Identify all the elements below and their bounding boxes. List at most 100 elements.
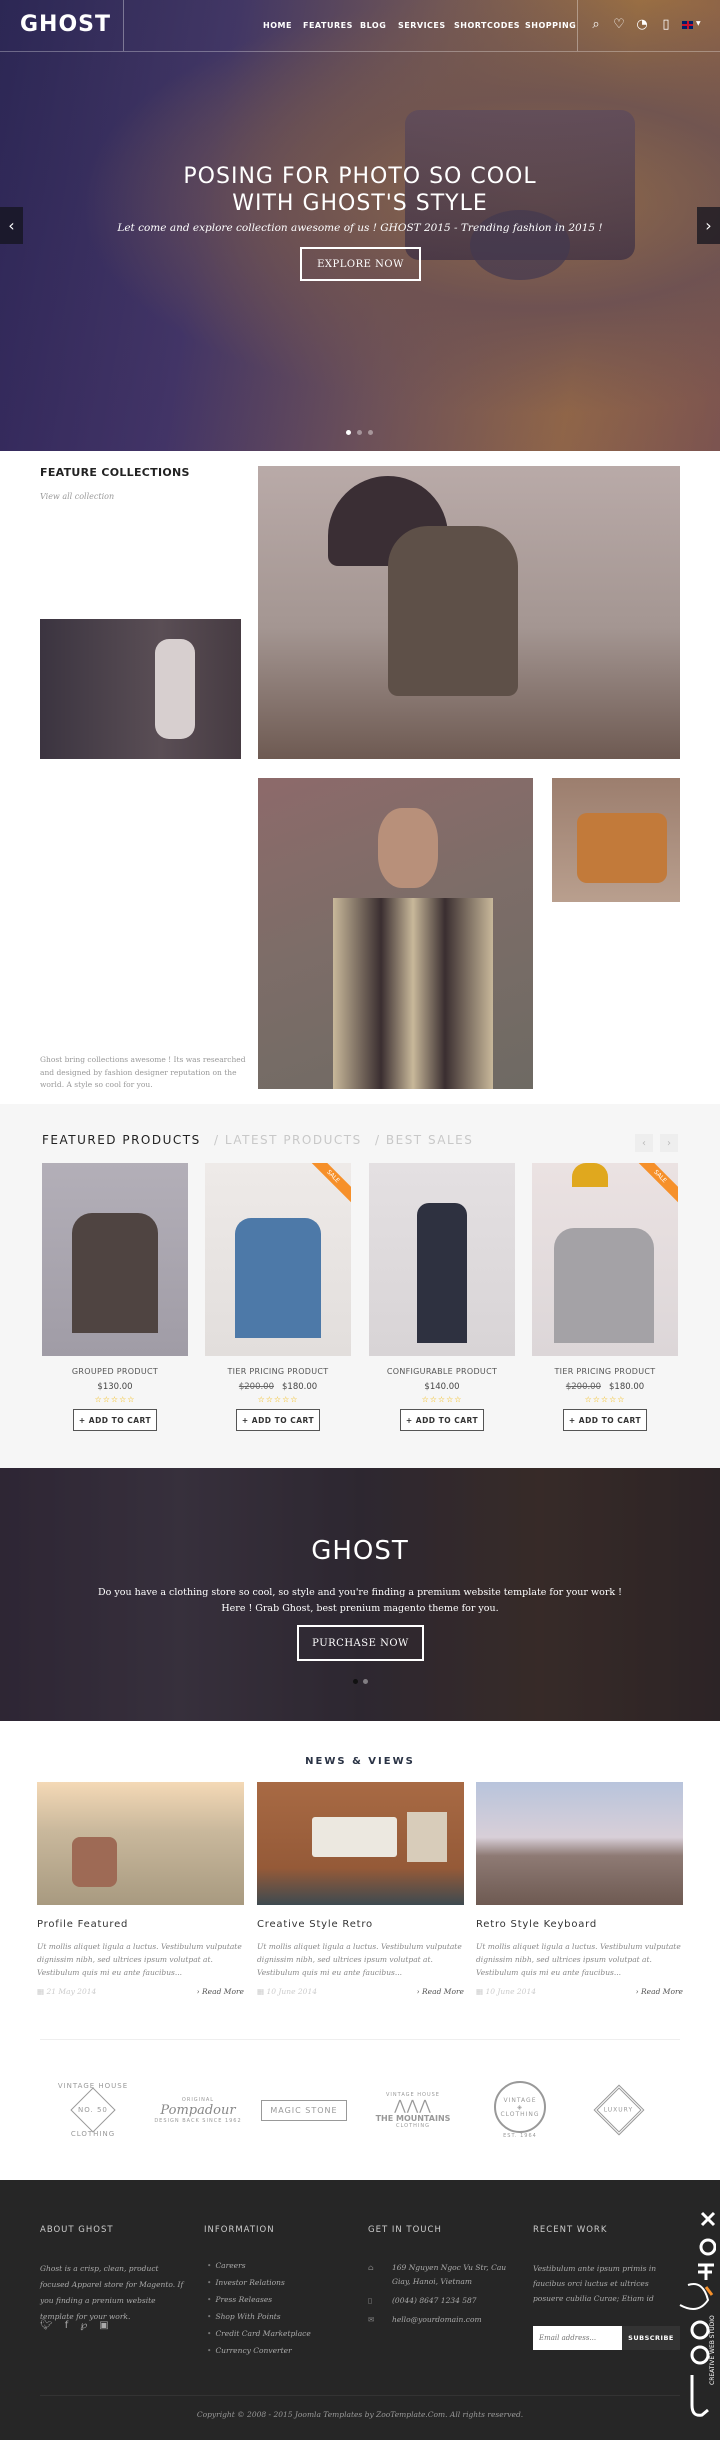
- news-card: Creative Style Retro Ut mollis aliquet l…: [257, 1782, 464, 1996]
- footer-link[interactable]: Credit Card Marketplace: [207, 2329, 310, 2346]
- nav-features[interactable]: FEATURES: [303, 21, 353, 30]
- search-icon[interactable]: ⌕: [588, 17, 604, 32]
- cart-icon[interactable]: ▯: [658, 17, 674, 32]
- product-name[interactable]: GROUPED PRODUCT: [42, 1367, 188, 1376]
- product-name[interactable]: TIER PRICING PRODUCT: [205, 1367, 351, 1376]
- svg-text:CREATIVE WEB STUDIO: CREATIVE WEB STUDIO: [709, 2315, 716, 2385]
- explore-now-button[interactable]: EXPLORE NOW: [300, 247, 421, 281]
- news-excerpt: Ut mollis aliquet ligula a luctus. Vesti…: [476, 1942, 681, 1977]
- slider-dot[interactable]: [357, 430, 362, 435]
- tab-latest-products[interactable]: / LATEST PRODUCTS: [214, 1133, 362, 1147]
- compare-icon[interactable]: ◔: [634, 17, 650, 32]
- facebook-icon[interactable]: f: [65, 2320, 69, 2331]
- news-image[interactable]: [37, 1782, 244, 1905]
- pinterest-icon[interactable]: ℘: [80, 2320, 87, 2331]
- slider-prev-button[interactable]: ‹: [0, 207, 23, 244]
- brand-logo-magic-stone[interactable]: MAGIC STONE: [259, 2080, 349, 2140]
- news-card: Profile Featured Ut mollis aliquet ligul…: [37, 1782, 244, 1996]
- footer-link[interactable]: Shop With Points: [207, 2312, 311, 2329]
- add-to-cart-button[interactable]: + ADD TO CART: [563, 1409, 647, 1431]
- read-more-link[interactable]: › Read More: [636, 1987, 683, 1996]
- collection-image-bag[interactable]: [552, 778, 680, 902]
- news-headline[interactable]: Retro Style Keyboard: [476, 1919, 683, 1930]
- sale-badge: SALE: [627, 1163, 678, 1209]
- divider: [40, 2039, 680, 2040]
- collection-image-couple[interactable]: [258, 466, 680, 759]
- nav-shopping[interactable]: SHOPPING: [525, 21, 576, 30]
- product-card: SALE TIER PRICING PRODUCT $200.00 $180.00…: [205, 1163, 351, 1431]
- hero-title: POSING FOR PHOTO SO COOL WITH GHOST'S STY…: [183, 164, 537, 216]
- product-image[interactable]: SALE: [532, 1163, 678, 1356]
- purchase-now-button[interactable]: PURCHASE NOW: [297, 1625, 424, 1661]
- banner-dot-active[interactable]: [353, 1679, 358, 1684]
- collection-image-man[interactable]: [258, 778, 533, 1089]
- divider: [123, 0, 124, 51]
- product-image[interactable]: [42, 1163, 188, 1356]
- twitter-icon[interactable]: 🐦︎: [40, 2320, 53, 2331]
- recent-work-text: Vestibulum ante ipsum primis in faucibus…: [533, 2264, 657, 2303]
- email-link[interactable]: hello@yourdomain.com: [392, 2313, 482, 2327]
- news-date: ▦ 10 June 2014: [257, 1987, 317, 1996]
- add-to-cart-button[interactable]: + ADD TO CART: [400, 1409, 484, 1431]
- news-headline[interactable]: Profile Featured: [37, 1919, 244, 1930]
- news-image[interactable]: [257, 1782, 464, 1905]
- newsletter-email-input[interactable]: [533, 2326, 622, 2350]
- divider: [577, 0, 578, 51]
- rating-stars: ☆☆☆☆☆: [584, 1395, 626, 1404]
- footer-link[interactable]: Careers: [207, 2261, 311, 2278]
- tab-best-sales[interactable]: / BEST SALES: [375, 1133, 473, 1147]
- banner-dot[interactable]: [363, 1679, 368, 1684]
- banner-text: Do you have a clothing store so cool, so…: [98, 1587, 622, 1614]
- news-date: ▦ 10 June 2014: [476, 1987, 536, 1996]
- rating-stars: ☆☆☆☆☆: [257, 1395, 299, 1404]
- footer-link[interactable]: Press Releases: [207, 2295, 311, 2312]
- news-headline[interactable]: Creative Style Retro: [257, 1919, 464, 1930]
- news-excerpt: Ut mollis aliquet ligula a luctus. Vesti…: [257, 1942, 462, 1977]
- product-price: $130.00: [97, 1382, 133, 1392]
- chevron-down-icon[interactable]: ▼: [696, 20, 701, 27]
- tab-featured-products[interactable]: FEATURED PRODUCTS: [42, 1133, 201, 1147]
- read-more-link[interactable]: › Read More: [417, 1987, 464, 1996]
- view-all-collection-link[interactable]: View all collection: [40, 492, 114, 501]
- add-to-cart-button[interactable]: + ADD TO CART: [73, 1409, 157, 1431]
- feature-collections-title: FEATURE COLLECTIONS: [40, 466, 190, 479]
- nav-services[interactable]: SERVICES: [398, 21, 446, 30]
- brand-logo-pompadour[interactable]: ORIGINAL Pompadour DESIGN BACK SINCE 1962: [153, 2080, 243, 2140]
- add-to-cart-button[interactable]: + ADD TO CART: [236, 1409, 320, 1431]
- hero-subtitle: Let come and explore collection awesome …: [117, 222, 603, 234]
- slider-dot-active[interactable]: [346, 430, 351, 435]
- header-divider: [0, 51, 720, 52]
- instagram-icon[interactable]: ▣: [99, 2320, 108, 2331]
- products-prev-button[interactable]: ‹: [635, 1134, 653, 1152]
- products-next-button[interactable]: ›: [660, 1134, 678, 1152]
- nav-blog[interactable]: BLOG: [360, 21, 386, 30]
- slider-dot[interactable]: [368, 430, 373, 435]
- collection-image-bicycle[interactable]: [40, 619, 241, 759]
- footer-link[interactable]: Investor Relations: [207, 2278, 311, 2295]
- product-name[interactable]: CONFIGURABLE PRODUCT: [369, 1367, 515, 1376]
- heart-icon[interactable]: ♡: [611, 17, 627, 32]
- product-image[interactable]: SALE: [205, 1163, 351, 1356]
- site-logo[interactable]: GHOST: [20, 12, 111, 37]
- product-name[interactable]: TIER PRICING PRODUCT: [532, 1367, 678, 1376]
- brand-logo-luxury[interactable]: LUXURY: [574, 2080, 664, 2140]
- footer-link[interactable]: Currency Converter: [207, 2346, 311, 2363]
- slider-next-button[interactable]: ›: [697, 207, 720, 244]
- news-image[interactable]: [476, 1782, 683, 1905]
- read-more-link[interactable]: › Read More: [197, 1987, 244, 1996]
- contact-info: ⌂ 169 Nguyen Ngoc Vu Str, Cau Giay, Hanoi…: [368, 2261, 512, 2332]
- brand-logo-vintage-clothing[interactable]: VINTAGE ◈ CLOTHING EST. 1964: [475, 2080, 565, 2140]
- joomfox-watermark-logo: CREATIVE WEB STUDIO: [679, 2211, 716, 2417]
- brand-logo-the-mountains[interactable]: VINTAGE HOUSE ⋀⋀⋀ THE MOUNTAINS CLOTHING: [368, 2080, 458, 2140]
- news-card: Retro Style Keyboard Ut mollis aliquet l…: [476, 1782, 683, 1996]
- product-price: $200.00 $180.00: [238, 1382, 318, 1392]
- social-links: 🐦︎ f ℘ ▣: [40, 2320, 109, 2331]
- flag-uk-icon[interactable]: [682, 21, 693, 29]
- brand-logo-vintage-house[interactable]: VINTAGE HOUSE NO. 50 CLOTHING: [48, 2080, 138, 2140]
- nav-shortcodes[interactable]: SHORTCODES: [454, 21, 520, 30]
- product-image[interactable]: [369, 1163, 515, 1356]
- home-icon: ⌂: [368, 2263, 374, 2272]
- sale-badge: SALE: [300, 1163, 351, 1209]
- nav-home[interactable]: HOME: [263, 21, 292, 30]
- feature-description: Ghost bring collections awesome ! Its wa…: [40, 1055, 246, 1089]
